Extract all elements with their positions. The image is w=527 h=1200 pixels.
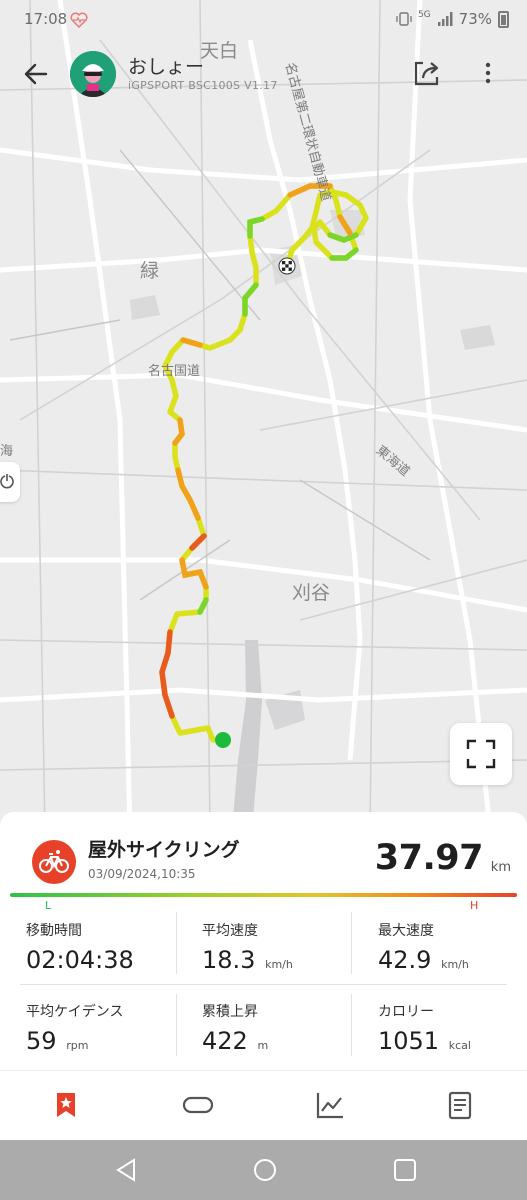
total-distance: 37.97 [374, 838, 484, 878]
stat-label: 累積上昇 [202, 1004, 258, 1020]
stat-unit: km/h [441, 958, 469, 971]
stat-calories: カロリー 1051 kcal [378, 1001, 527, 1055]
header: おしょー iGPSPORT BSC100S V1.17 [0, 48, 527, 100]
activity-type-badge [32, 840, 76, 884]
distance-unit: km [490, 860, 511, 875]
battery-percent: 73% [458, 10, 492, 28]
network-type: 5G [417, 10, 431, 20]
stat-number: 18.3 [202, 946, 256, 974]
power-icon [0, 474, 14, 489]
speed-gradient-legend: L H [10, 892, 517, 916]
vibrate-icon [396, 12, 412, 26]
share-button[interactable] [410, 56, 444, 90]
more-options-button[interactable] [476, 56, 500, 90]
battery-icon [498, 10, 509, 28]
stat-unit: kcal [448, 1039, 471, 1052]
stat-value: 02:04:38 [26, 946, 196, 974]
divider [351, 912, 352, 974]
document-icon[interactable] [444, 1089, 476, 1121]
user-name: おしょー [128, 56, 205, 78]
stat-value: 42.9 km/h [378, 946, 527, 974]
gradient-line [10, 893, 517, 897]
map-base [0, 0, 527, 830]
stat-number: 59 [26, 1027, 57, 1055]
fullscreen-button[interactable] [450, 723, 512, 785]
stat-max-speed: 最大速度 42.9 km/h [378, 920, 527, 974]
gradient-low-label: L [45, 899, 52, 912]
side-power-button[interactable] [0, 462, 20, 502]
status-icons: 5G 73% [396, 10, 509, 28]
stat-unit: rpm [66, 1039, 89, 1052]
stat-unit: km/h [265, 958, 293, 971]
stat-elevation-gain: 累積上昇 422 m [202, 1001, 372, 1055]
bicycle-icon [39, 850, 69, 873]
stat-value: 59 rpm [26, 1027, 196, 1055]
activity-date: 03/09/2024,10:35 [88, 867, 196, 881]
stat-avg-cadence: 平均ケイデンス 59 rpm [26, 1001, 196, 1055]
start-marker [215, 732, 231, 748]
divider [20, 984, 507, 985]
stat-number: 1051 [378, 1027, 440, 1055]
activity-type: 屋外サイクリング [88, 839, 240, 861]
route-map[interactable]: 天白 緑 刈谷 海 名古国道 東海道 名古屋第二環状自動車道 [0, 0, 527, 830]
stat-number: 02:04:38 [26, 946, 134, 974]
stat-number: 422 [202, 1027, 248, 1055]
stat-label: 平均ケイデンス [26, 1004, 124, 1020]
activity-detail-screen: 天白 緑 刈谷 海 名古国道 東海道 名古屋第二環状自動車道 17:08 5G … [0, 0, 527, 1200]
stat-label: 最大速度 [378, 923, 434, 939]
nav-home-icon[interactable] [251, 1156, 279, 1184]
avatar[interactable] [70, 51, 116, 97]
stat-value: 1051 kcal [378, 1027, 527, 1055]
heart-rate-icon [70, 12, 88, 28]
system-navigation-bar [0, 1140, 527, 1200]
stat-label: カロリー [378, 1004, 434, 1020]
nav-back-icon[interactable] [112, 1156, 140, 1184]
back-button[interactable] [20, 58, 52, 90]
status-bar: 17:08 5G 73% [0, 0, 527, 40]
map-label-edge: 海 [0, 444, 14, 459]
map-label-nagoya-kokudo: 名古国道 [148, 364, 201, 379]
map-label-midori: 緑 [140, 260, 160, 282]
bookmark-star-icon[interactable] [50, 1089, 82, 1121]
stat-avg-speed: 平均速度 18.3 km/h [202, 920, 372, 974]
expand-icon [466, 739, 496, 769]
divider [176, 912, 177, 974]
stat-value: 422 m [202, 1027, 372, 1055]
nav-recents-icon[interactable] [391, 1156, 419, 1184]
stat-moving-time: 移動時間 02:04:38 [26, 920, 196, 974]
stat-unit: m [257, 1039, 269, 1052]
detail-tab-bar [0, 1070, 527, 1140]
device-name: iGPSPORT BSC100S V1.17 [128, 79, 278, 92]
lap-icon[interactable] [182, 1089, 214, 1121]
stat-number: 42.9 [378, 946, 432, 974]
signal-icon [437, 12, 453, 26]
stat-value: 18.3 km/h [202, 946, 372, 974]
gradient-high-label: H [470, 899, 479, 912]
cyclist-avatar-icon [70, 51, 116, 97]
status-time: 17:08 [24, 10, 68, 28]
finish-flag-icon [278, 257, 296, 275]
chart-icon[interactable] [314, 1089, 346, 1121]
stat-label: 移動時間 [26, 923, 82, 939]
stat-label: 平均速度 [202, 923, 258, 939]
map-label-kariya: 刈谷 [292, 582, 331, 604]
